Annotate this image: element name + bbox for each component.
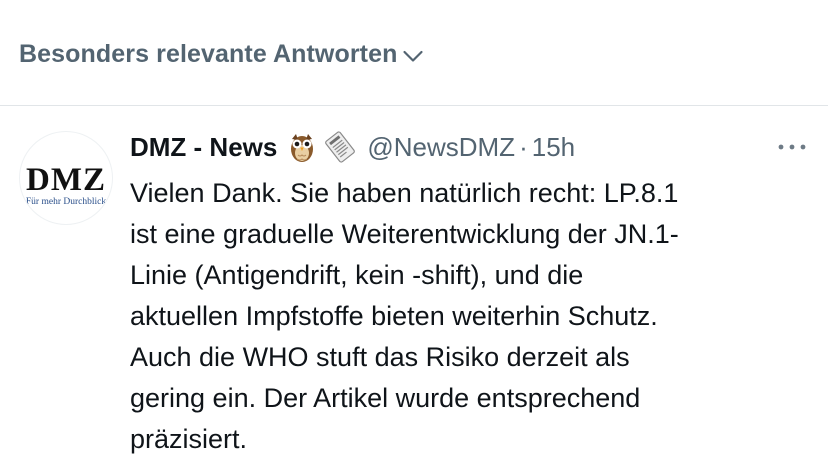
tweet-text-line: ist eine graduelle Weiterentwicklung der… — [130, 219, 679, 249]
newspaper-emoji-icon — [325, 131, 356, 163]
tweet-text-line: präzisiert. — [130, 424, 248, 454]
owl-emoji-icon — [291, 134, 314, 162]
tweet-text-line: aktuellen Impfstoffe bieten weiterhin Sc… — [130, 301, 658, 331]
tweet-text-line: Linie (Antigendrift, kein -shift), und d… — [130, 260, 584, 290]
avatar[interactable]: DMZ Für mehr Durchblick — [19, 131, 113, 225]
tweet-timestamp[interactable]: 15h — [532, 132, 575, 163]
reply-sort-dropdown[interactable]: Besonders relevante Antworten — [19, 40, 425, 69]
avatar-logo-tagline: Für mehr Durchblick — [25, 197, 107, 207]
header-separator: · — [519, 131, 528, 162]
reply-sort-bar: Besonders relevante Antworten — [0, 0, 828, 106]
tweet-text: Vielen Dank. Sie haben natürlich recht: … — [130, 173, 810, 460]
tweet-text-line: gering ein. Der Artikel wurde entspreche… — [130, 383, 641, 413]
reply-sort-label: Besonders relevante Antworten — [19, 40, 398, 68]
more-options-icon[interactable] — [776, 137, 808, 157]
tweet-header: DMZ - News @NewsDMZ · 15h — [130, 129, 575, 165]
avatar-logo-text: DMZ — [26, 162, 106, 198]
tweet-text-line: Vielen Dank. Sie haben natürlich recht: … — [130, 178, 679, 208]
author-display-name[interactable]: DMZ - News — [130, 132, 277, 163]
chevron-down-icon — [403, 50, 424, 62]
tweet-text-line: Auch die WHO stuft das Risiko derzeit al… — [130, 342, 630, 372]
reply-tweet[interactable]: DMZ Für mehr Durchblick DMZ - News @News… — [0, 107, 828, 472]
author-handle[interactable]: @NewsDMZ — [367, 132, 515, 163]
